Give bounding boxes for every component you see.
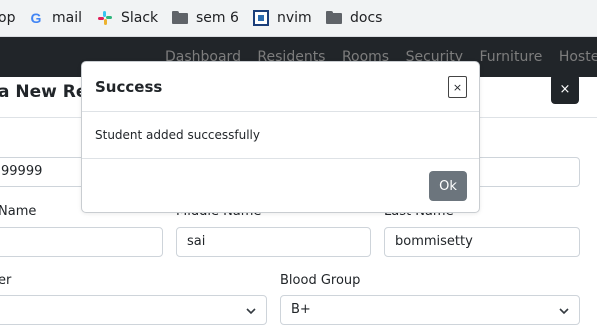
success-dialog: Success × Student added successfully Ok [81, 61, 480, 213]
nvim-icon [253, 10, 269, 26]
nav-link-hostel[interactable]: Hostel [559, 49, 597, 65]
bookmark-slack[interactable]: Slack [97, 9, 158, 27]
gender-label: er [0, 273, 12, 288]
blood-group-select[interactable]: B+ [280, 295, 580, 325]
blood-group-value: B+ [291, 302, 311, 317]
bookmark-docs[interactable]: docs [326, 9, 382, 27]
google-icon: G [30, 10, 42, 26]
folder-icon [172, 11, 188, 27]
gender-select[interactable] [0, 295, 267, 325]
close-icon: × [559, 81, 571, 97]
dialog-close-button[interactable]: × [448, 76, 467, 98]
ok-button[interactable]: Ok [429, 171, 467, 201]
bookmark-label: docs [350, 10, 383, 26]
dialog-title: Success [95, 78, 163, 96]
slack-icon [97, 10, 113, 26]
add-resident-close-button[interactable]: × [551, 74, 579, 104]
text-input[interactable] [470, 157, 580, 187]
ok-button-label: Ok [439, 178, 457, 194]
middle-name-input[interactable]: sai [176, 227, 371, 257]
chevron-down-icon [246, 308, 256, 315]
bookmark-label: sem 6 [196, 10, 239, 26]
bookmark-label: Slack [121, 10, 159, 26]
last-name-input[interactable]: bommisetty [384, 227, 580, 257]
dialog-message: Student added successfully [95, 128, 260, 142]
bookmark-label: op [0, 10, 16, 26]
bookmark-nvim[interactable]: nvim [253, 9, 312, 27]
close-icon: × [452, 80, 463, 94]
chevron-down-icon [559, 308, 569, 315]
folder-icon [326, 11, 342, 27]
bookmark-label: mail [52, 10, 82, 26]
last-name-value: bommisetty [395, 234, 473, 249]
phone-value: 99999 [1, 164, 43, 179]
bookmarks-bar: op G mail Slack sem 6 nvim docs [0, 0, 597, 37]
divider [82, 111, 479, 112]
bookmark-label: nvim [277, 10, 312, 26]
bookmark-sem-6[interactable]: sem 6 [172, 9, 239, 27]
blood-group-label: Blood Group [280, 273, 361, 288]
bookmark-mail[interactable]: G mail [28, 9, 82, 27]
nav-link-furniture[interactable]: Furniture [480, 49, 543, 65]
middle-name-value: sai [187, 234, 206, 249]
first-name-input[interactable] [0, 227, 163, 257]
bookmark-partial[interactable]: op [0, 9, 15, 27]
divider [82, 158, 479, 159]
first-name-label: Name [0, 204, 37, 219]
